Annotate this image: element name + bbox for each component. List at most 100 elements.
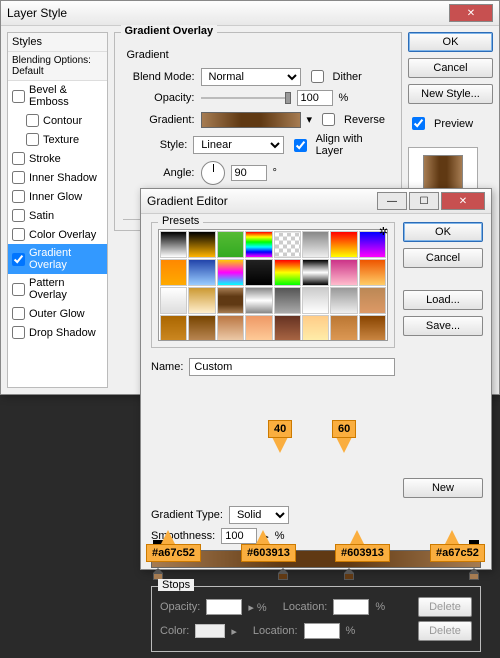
preset-swatch[interactable] (188, 231, 215, 258)
style-item-label: Inner Glow (29, 191, 82, 203)
preset-swatch[interactable] (330, 287, 357, 314)
preset-swatch[interactable] (302, 231, 329, 258)
color-stop[interactable] (344, 568, 354, 580)
preset-swatch[interactable] (245, 287, 272, 314)
blend-mode-select[interactable]: Normal (201, 68, 301, 86)
style-checkbox[interactable] (12, 90, 25, 103)
smoothness-input[interactable] (221, 528, 257, 544)
style-item[interactable]: Inner Shadow (8, 168, 107, 187)
style-item[interactable]: Color Overlay (8, 225, 107, 244)
style-item-label: Drop Shadow (29, 327, 96, 339)
style-checkbox[interactable] (12, 209, 25, 222)
ge-ok-button[interactable]: OK (403, 222, 483, 242)
style-checkbox[interactable] (12, 190, 25, 203)
style-item[interactable]: Gradient Overlay (8, 244, 107, 274)
style-item[interactable]: Contour (8, 111, 107, 130)
preset-grid[interactable] (158, 229, 388, 341)
gear-icon[interactable]: ✲ (379, 225, 388, 238)
gradient-type-select[interactable]: Solid (229, 506, 289, 524)
style-checkbox[interactable] (12, 171, 25, 184)
preset-swatch[interactable] (188, 315, 215, 341)
gradient-editor-title: Gradient Editor (147, 194, 375, 208)
preview-checkbox[interactable] (412, 117, 425, 130)
new-style-button[interactable]: New Style... (408, 84, 493, 104)
cancel-button[interactable]: Cancel (408, 58, 493, 78)
save-button[interactable]: Save... (403, 316, 483, 336)
preset-swatch[interactable] (245, 231, 272, 258)
preset-swatch[interactable] (274, 287, 301, 314)
delete-button: Delete (418, 621, 472, 641)
chevron-down-icon[interactable]: ▾ (307, 113, 313, 126)
preset-swatch[interactable] (188, 287, 215, 314)
blending-header[interactable]: Blending Options: Default (8, 52, 107, 81)
preset-swatch[interactable] (330, 315, 357, 341)
style-item-label: Inner Shadow (29, 172, 97, 184)
angle-dial[interactable] (201, 161, 225, 185)
align-checkbox[interactable] (294, 139, 307, 152)
style-item-label: Stroke (29, 153, 61, 165)
preset-swatch[interactable] (274, 259, 301, 286)
style-item[interactable]: Inner Glow (8, 187, 107, 206)
preset-swatch[interactable] (160, 287, 187, 314)
preset-swatch[interactable] (359, 315, 386, 341)
close-icon[interactable]: ✕ (441, 192, 485, 210)
style-item-label: Texture (43, 134, 79, 146)
style-checkbox[interactable] (12, 283, 25, 296)
style-item[interactable]: Pattern Overlay (8, 274, 107, 304)
opacity-input[interactable] (297, 90, 333, 106)
style-item[interactable]: Satin (8, 206, 107, 225)
gradient-swatch[interactable] (201, 112, 301, 128)
style-checkbox[interactable] (26, 133, 39, 146)
name-input[interactable] (189, 358, 395, 376)
color-stop[interactable] (278, 568, 288, 580)
style-checkbox[interactable] (12, 228, 25, 241)
preset-swatch[interactable] (160, 259, 187, 286)
gradient-editor-titlebar[interactable]: Gradient Editor — ☐ ✕ (141, 189, 491, 214)
style-item[interactable]: Texture (8, 130, 107, 149)
preset-swatch[interactable] (217, 259, 244, 286)
maximize-icon[interactable]: ☐ (409, 192, 439, 210)
preset-swatch[interactable] (217, 287, 244, 314)
style-select[interactable]: Linear (193, 136, 283, 154)
style-checkbox[interactable] (12, 326, 25, 339)
preset-swatch[interactable] (160, 315, 187, 341)
preset-swatch[interactable] (217, 315, 244, 341)
style-checkbox[interactable] (12, 307, 25, 320)
ok-button[interactable]: OK (408, 32, 493, 52)
preset-swatch[interactable] (359, 259, 386, 286)
angle-input[interactable] (231, 165, 267, 181)
style-item[interactable]: Outer Glow (8, 304, 107, 323)
reverse-checkbox[interactable] (322, 113, 335, 126)
color-stop[interactable] (469, 568, 479, 580)
opacity-slider[interactable] (201, 91, 291, 105)
preset-swatch[interactable] (302, 287, 329, 314)
style-item[interactable]: Stroke (8, 149, 107, 168)
new-button[interactable]: New (403, 478, 483, 498)
stop-color-swatch (195, 624, 225, 638)
styles-header[interactable]: Styles (8, 33, 107, 52)
preset-swatch[interactable] (217, 231, 244, 258)
load-button[interactable]: Load... (403, 290, 483, 310)
stop-location-input (333, 599, 369, 615)
style-checkbox[interactable] (26, 114, 39, 127)
preset-swatch[interactable] (330, 231, 357, 258)
preset-swatch[interactable] (188, 259, 215, 286)
preset-swatch[interactable] (359, 287, 386, 314)
preset-swatch[interactable] (245, 259, 272, 286)
minimize-icon[interactable]: — (377, 192, 407, 210)
preset-swatch[interactable] (274, 315, 301, 341)
preset-swatch[interactable] (245, 315, 272, 341)
style-checkbox[interactable] (12, 253, 25, 266)
dither-checkbox[interactable] (311, 70, 324, 83)
preset-swatch[interactable] (274, 231, 301, 258)
preset-swatch[interactable] (330, 259, 357, 286)
close-icon[interactable]: ✕ (449, 4, 493, 22)
preset-swatch[interactable] (302, 259, 329, 286)
style-item[interactable]: Drop Shadow (8, 323, 107, 342)
layer-style-titlebar[interactable]: Layer Style ✕ (1, 1, 499, 26)
preset-swatch[interactable] (302, 315, 329, 341)
ge-cancel-button[interactable]: Cancel (403, 248, 483, 268)
style-item[interactable]: Bevel & Emboss (8, 81, 107, 111)
preset-swatch[interactable] (160, 231, 187, 258)
style-checkbox[interactable] (12, 152, 25, 165)
